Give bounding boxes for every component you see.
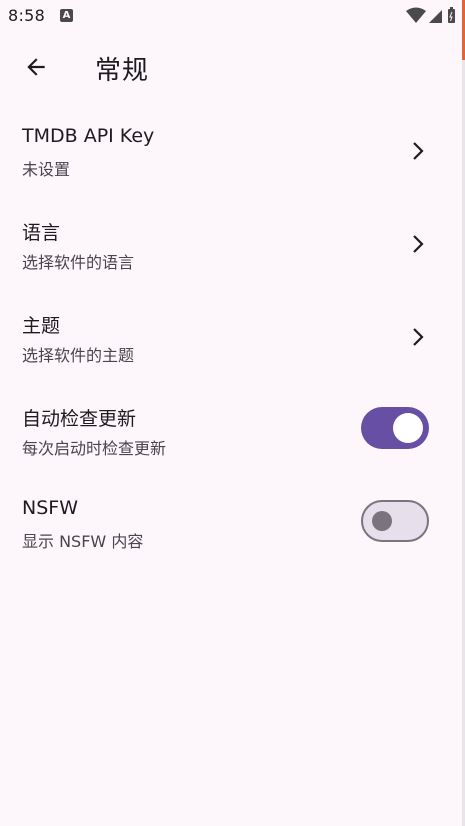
signal-icon [429, 10, 442, 23]
setting-subtitle: 选择软件的主题 [22, 346, 135, 365]
back-button[interactable] [12, 43, 60, 91]
setting-subtitle: 显示 NSFW 内容 [22, 532, 144, 551]
setting-subtitle: 每次启动时检查更新 [22, 439, 167, 458]
nsfw-switch[interactable] [361, 500, 429, 542]
arrow-back-icon [27, 58, 45, 76]
page-title: 常规 [95, 56, 150, 86]
status-icons [406, 7, 456, 25]
setting-title: 自动检查更新 [22, 408, 137, 430]
setting-auto-update[interactable]: 自动检查更新 每次启动时检查更新 [0, 390, 465, 476]
battery-icon [448, 7, 455, 23]
status-bar: 8:58 A [0, 0, 465, 32]
status-time: 8:58 [8, 6, 46, 25]
setting-language[interactable]: 语言 选择软件的语言 [0, 204, 465, 290]
wifi-icon [406, 7, 426, 23]
chevron-right-icon [413, 235, 424, 253]
chevron-right-icon [413, 328, 424, 346]
setting-title: TMDB API Key [22, 125, 155, 147]
setting-subtitle: 未设置 [22, 160, 71, 179]
top-app-bar: 常规 [0, 32, 465, 102]
settings-screen: 8:58 A 常规 TMDB API Key 未设置 语言 选择软件的语言 主题… [0, 0, 465, 826]
notification-a-icon: A [60, 9, 73, 22]
setting-title: 语言 [22, 222, 61, 244]
setting-tmdb-api-key[interactable]: TMDB API Key 未设置 [0, 111, 465, 197]
auto-update-switch[interactable] [361, 407, 429, 449]
setting-subtitle: 选择软件的语言 [22, 253, 135, 272]
switch-thumb [372, 511, 392, 531]
switch-thumb [393, 413, 423, 443]
setting-title: 主题 [22, 315, 61, 337]
setting-title: NSFW [22, 497, 78, 519]
setting-nsfw[interactable]: NSFW 显示 NSFW 内容 [0, 483, 465, 569]
notification-icon-letter: A [62, 10, 71, 21]
setting-theme[interactable]: 主题 选择软件的主题 [0, 297, 465, 383]
chevron-right-icon [413, 142, 424, 160]
